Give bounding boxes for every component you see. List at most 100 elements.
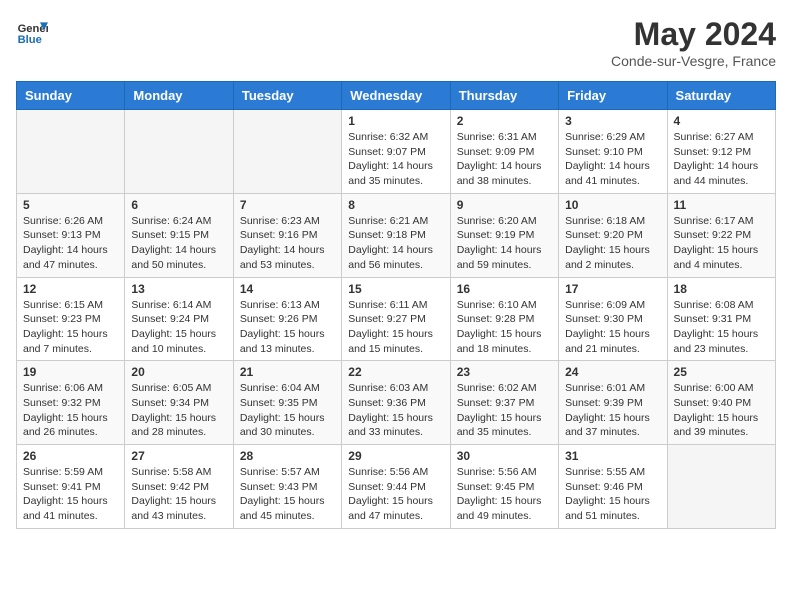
day-info: Sunrise: 6:03 AM Sunset: 9:36 PM Dayligh… — [348, 381, 443, 440]
calendar-cell: 9Sunrise: 6:20 AM Sunset: 9:19 PM Daylig… — [450, 193, 558, 277]
day-info: Sunrise: 5:58 AM Sunset: 9:42 PM Dayligh… — [131, 465, 226, 524]
day-number: 11 — [674, 198, 769, 212]
calendar-cell: 6 Sunrise: 6:24 AM Sunset: 9:15 PM Daylig… — [125, 193, 233, 277]
day-number: 14 — [240, 282, 335, 296]
calendar-cell: 3Sunrise: 6:29 AM Sunset: 9:10 PM Daylig… — [559, 110, 667, 194]
day-info: Sunrise: 6:24 AM Sunset: 9:15 PM Dayligh… — [131, 214, 226, 273]
calendar-cell: 13 Sunrise: 6:14 AM Sunset: 9:24 PM Dayli… — [125, 277, 233, 361]
calendar-cell — [17, 110, 125, 194]
calendar-cell: 29 Sunrise: 5:56 AM Sunset: 9:44 PM Dayli… — [342, 445, 450, 529]
day-info: Sunrise: 6:14 AM Sunset: 9:24 PM Dayligh… — [131, 298, 226, 357]
calendar-cell: 17 Sunrise: 6:09 AM Sunset: 9:30 PM Dayli… — [559, 277, 667, 361]
calendar-cell: 18 Sunrise: 6:08 AM Sunset: 9:31 PM Dayli… — [667, 277, 775, 361]
day-number: 18 — [674, 282, 769, 296]
month-title: May 2024 — [611, 16, 776, 53]
day-info: Sunrise: 6:04 AM Sunset: 9:35 PM Dayligh… — [240, 381, 335, 440]
calendar-header-row: SundayMondayTuesdayWednesdayThursdayFrid… — [17, 82, 776, 110]
day-number: 21 — [240, 365, 335, 379]
day-info: Sunrise: 5:56 AM Sunset: 9:44 PM Dayligh… — [348, 465, 443, 524]
day-info: Sunrise: 6:09 AM Sunset: 9:30 PM Dayligh… — [565, 298, 660, 357]
day-number: 26 — [23, 449, 118, 463]
day-number: 31 — [565, 449, 660, 463]
day-number: 22 — [348, 365, 443, 379]
calendar-cell: 21 Sunrise: 6:04 AM Sunset: 9:35 PM Dayli… — [233, 361, 341, 445]
title-block: May 2024 Conde-sur-Vesgre, France — [611, 16, 776, 69]
day-number: 2 — [457, 114, 552, 128]
calendar-cell: 16 Sunrise: 6:10 AM Sunset: 9:28 PM Dayli… — [450, 277, 558, 361]
calendar-cell: 28 Sunrise: 5:57 AM Sunset: 9:43 PM Dayli… — [233, 445, 341, 529]
calendar-cell: 10Sunrise: 6:18 AM Sunset: 9:20 PM Dayli… — [559, 193, 667, 277]
week-row-2: 5Sunrise: 6:26 AM Sunset: 9:13 PM Daylig… — [17, 193, 776, 277]
calendar-cell: 25 Sunrise: 6:00 AM Sunset: 9:40 PM Dayli… — [667, 361, 775, 445]
day-info: Sunrise: 6:08 AM Sunset: 9:31 PM Dayligh… — [674, 298, 769, 357]
day-number: 3 — [565, 114, 660, 128]
calendar-cell: 30Sunrise: 5:56 AM Sunset: 9:45 PM Dayli… — [450, 445, 558, 529]
calendar-cell: 4Sunrise: 6:27 AM Sunset: 9:12 PM Daylig… — [667, 110, 775, 194]
calendar-cell: 24 Sunrise: 6:01 AM Sunset: 9:39 PM Dayli… — [559, 361, 667, 445]
day-info: Sunrise: 5:55 AM Sunset: 9:46 PM Dayligh… — [565, 465, 660, 524]
day-number: 25 — [674, 365, 769, 379]
calendar-cell — [125, 110, 233, 194]
calendar-cell: 11Sunrise: 6:17 AM Sunset: 9:22 PM Dayli… — [667, 193, 775, 277]
day-number: 27 — [131, 449, 226, 463]
day-info: Sunrise: 6:21 AM Sunset: 9:18 PM Dayligh… — [348, 214, 443, 273]
day-number: 28 — [240, 449, 335, 463]
day-number: 8 — [348, 198, 443, 212]
day-number: 29 — [348, 449, 443, 463]
day-number: 13 — [131, 282, 226, 296]
col-header-friday: Friday — [559, 82, 667, 110]
day-info: Sunrise: 6:11 AM Sunset: 9:27 PM Dayligh… — [348, 298, 443, 357]
day-info: Sunrise: 6:27 AM Sunset: 9:12 PM Dayligh… — [674, 130, 769, 189]
day-number: 15 — [348, 282, 443, 296]
day-info: Sunrise: 6:26 AM Sunset: 9:13 PM Dayligh… — [23, 214, 118, 273]
week-row-1: 1Sunrise: 6:32 AM Sunset: 9:07 PM Daylig… — [17, 110, 776, 194]
col-header-saturday: Saturday — [667, 82, 775, 110]
day-number: 16 — [457, 282, 552, 296]
day-number: 23 — [457, 365, 552, 379]
calendar-cell — [667, 445, 775, 529]
col-header-wednesday: Wednesday — [342, 82, 450, 110]
day-number: 9 — [457, 198, 552, 212]
calendar-cell: 8 Sunrise: 6:21 AM Sunset: 9:18 PM Daylig… — [342, 193, 450, 277]
day-number: 20 — [131, 365, 226, 379]
svg-text:Blue: Blue — [18, 34, 42, 46]
calendar-cell — [233, 110, 341, 194]
day-info: Sunrise: 6:13 AM Sunset: 9:26 PM Dayligh… — [240, 298, 335, 357]
col-header-monday: Monday — [125, 82, 233, 110]
day-number: 24 — [565, 365, 660, 379]
day-info: Sunrise: 6:02 AM Sunset: 9:37 PM Dayligh… — [457, 381, 552, 440]
day-info: Sunrise: 6:06 AM Sunset: 9:32 PM Dayligh… — [23, 381, 118, 440]
location: Conde-sur-Vesgre, France — [611, 53, 776, 69]
day-info: Sunrise: 6:32 AM Sunset: 9:07 PM Dayligh… — [348, 130, 443, 189]
calendar-cell: 26 Sunrise: 5:59 AM Sunset: 9:41 PM Dayli… — [17, 445, 125, 529]
day-info: Sunrise: 6:31 AM Sunset: 9:09 PM Dayligh… — [457, 130, 552, 189]
calendar-cell: 2 Sunrise: 6:31 AM Sunset: 9:09 PM Daylig… — [450, 110, 558, 194]
day-number: 12 — [23, 282, 118, 296]
day-number: 6 — [131, 198, 226, 212]
calendar-cell: 22 Sunrise: 6:03 AM Sunset: 9:36 PM Dayli… — [342, 361, 450, 445]
day-info: Sunrise: 6:01 AM Sunset: 9:39 PM Dayligh… — [565, 381, 660, 440]
calendar-table: SundayMondayTuesdayWednesdayThursdayFrid… — [16, 81, 776, 529]
day-info: Sunrise: 6:05 AM Sunset: 9:34 PM Dayligh… — [131, 381, 226, 440]
day-number: 17 — [565, 282, 660, 296]
day-number: 10 — [565, 198, 660, 212]
day-info: Sunrise: 5:59 AM Sunset: 9:41 PM Dayligh… — [23, 465, 118, 524]
calendar-cell: 23 Sunrise: 6:02 AM Sunset: 9:37 PM Dayli… — [450, 361, 558, 445]
week-row-3: 12 Sunrise: 6:15 AM Sunset: 9:23 PM Dayli… — [17, 277, 776, 361]
calendar-cell: 27 Sunrise: 5:58 AM Sunset: 9:42 PM Dayli… — [125, 445, 233, 529]
page-header: General Blue May 2024 Conde-sur-Vesgre, … — [16, 16, 776, 69]
day-info: Sunrise: 6:10 AM Sunset: 9:28 PM Dayligh… — [457, 298, 552, 357]
col-header-sunday: Sunday — [17, 82, 125, 110]
calendar-cell: 15 Sunrise: 6:11 AM Sunset: 9:27 PM Dayli… — [342, 277, 450, 361]
day-number: 30 — [457, 449, 552, 463]
day-number: 19 — [23, 365, 118, 379]
day-info: Sunrise: 5:57 AM Sunset: 9:43 PM Dayligh… — [240, 465, 335, 524]
calendar-cell: 14 Sunrise: 6:13 AM Sunset: 9:26 PM Dayli… — [233, 277, 341, 361]
calendar-cell: 1Sunrise: 6:32 AM Sunset: 9:07 PM Daylig… — [342, 110, 450, 194]
week-row-5: 26 Sunrise: 5:59 AM Sunset: 9:41 PM Dayli… — [17, 445, 776, 529]
day-info: Sunrise: 6:23 AM Sunset: 9:16 PM Dayligh… — [240, 214, 335, 273]
day-info: Sunrise: 6:15 AM Sunset: 9:23 PM Dayligh… — [23, 298, 118, 357]
logo-icon: General Blue — [16, 16, 48, 48]
day-info: Sunrise: 6:00 AM Sunset: 9:40 PM Dayligh… — [674, 381, 769, 440]
calendar-cell: 20 Sunrise: 6:05 AM Sunset: 9:34 PM Dayli… — [125, 361, 233, 445]
